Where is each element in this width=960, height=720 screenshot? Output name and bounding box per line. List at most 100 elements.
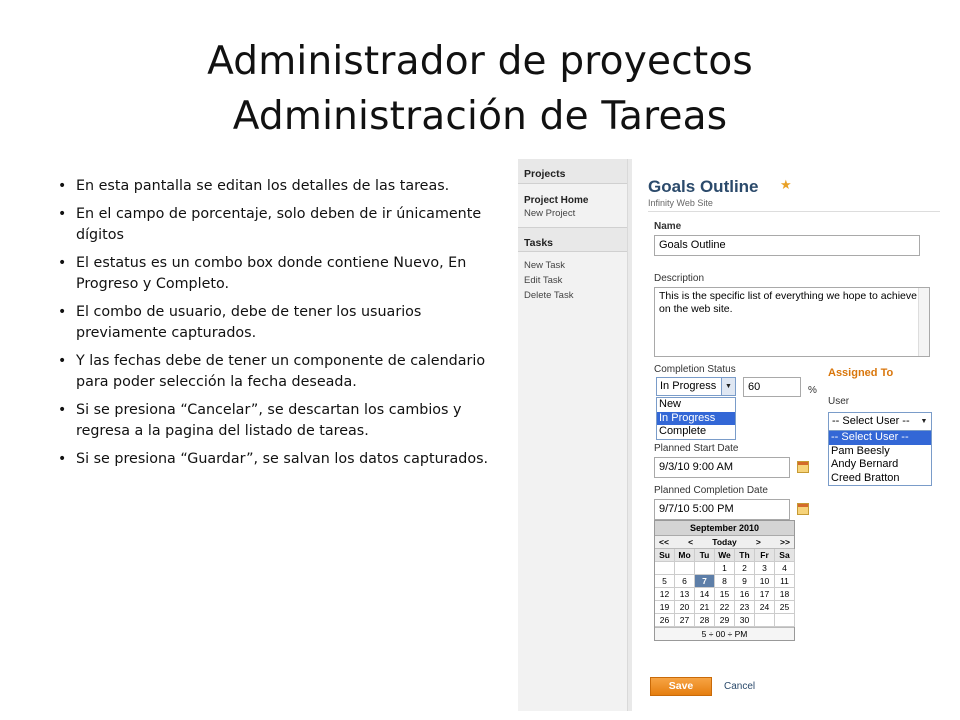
bullet-item: El estatus es un combo box donde contien…	[58, 253, 508, 295]
sidebar-item-new-task[interactable]: New Task	[518, 258, 627, 273]
calendar-day-cell[interactable]: 8	[715, 575, 735, 588]
project-subtitle: Infinity Web Site	[648, 198, 713, 208]
calendar-day-cell[interactable]: 7	[695, 575, 715, 588]
calendar-day-cell[interactable]: 18	[775, 588, 795, 601]
description-label: Description	[654, 273, 705, 284]
prev-year-button[interactable]: <<	[659, 536, 669, 548]
chevron-down-icon[interactable]: ▼	[721, 378, 735, 395]
sidebar: Projects Project Home New Project Tasks …	[518, 159, 628, 711]
planned-start-input[interactable]: 9/3/10 9:00 AM	[654, 457, 790, 478]
sidebar-item-project-home[interactable]: Project Home	[518, 190, 627, 206]
slide-title: Administrador de proyectos Administració…	[0, 34, 960, 144]
calendar-day-cell[interactable]: 26	[655, 614, 675, 627]
user-option[interactable]: Creed Bratton	[829, 472, 931, 486]
calendar-day-header: Su	[655, 549, 675, 562]
calendar-day-cell	[755, 614, 775, 627]
user-option[interactable]: Andy Bernard	[829, 458, 931, 472]
calendar-day-cell[interactable]: 20	[675, 601, 695, 614]
calendar-day-cell[interactable]: 22	[715, 601, 735, 614]
calendar-day-cell[interactable]: 17	[755, 588, 775, 601]
description-text: This is the specific list of everything …	[659, 290, 917, 315]
calendar-day-cell[interactable]: 29	[715, 614, 735, 627]
calendar-day-cell[interactable]: 11	[775, 575, 795, 588]
calendar-day-cell[interactable]: 3	[755, 562, 775, 575]
bullet-item: Y las fechas debe de tener un componente…	[58, 351, 508, 393]
sidebar-item-delete-task[interactable]: Delete Task	[518, 288, 627, 303]
calendar-day-cell[interactable]: 30	[735, 614, 755, 627]
calendar-day-header: Fr	[755, 549, 775, 562]
divider	[648, 211, 940, 212]
calendar-icon[interactable]	[797, 503, 809, 515]
calendar-day-header: We	[715, 549, 735, 562]
calendar-day-header: Tu	[695, 549, 715, 562]
page-title: Goals Outline	[648, 177, 759, 196]
name-label: Name	[654, 221, 682, 232]
calendar-day-header: Mo	[675, 549, 695, 562]
status-option-new[interactable]: New	[657, 398, 735, 412]
calendar-icon[interactable]	[797, 461, 809, 473]
today-button[interactable]: Today	[712, 536, 736, 548]
calendar-popup: September 2010 << < Today > >> Su Mo Tu We T…	[654, 520, 795, 641]
calendar-day-cell[interactable]: 4	[775, 562, 795, 575]
calendar-day-cell[interactable]: 16	[735, 588, 755, 601]
calendar-day-cell	[675, 562, 695, 575]
calendar-day-cell[interactable]: 9	[735, 575, 755, 588]
calendar-day-cell[interactable]: 6	[675, 575, 695, 588]
user-label: User	[828, 396, 850, 407]
user-select[interactable]: -- Select User -- ▼	[828, 412, 932, 431]
calendar-nav: << < Today > >>	[655, 536, 794, 549]
scrollbar[interactable]	[918, 288, 929, 356]
planned-completion-input[interactable]: 9/7/10 5:00 PM	[654, 499, 790, 520]
save-button[interactable]: Save	[650, 677, 712, 696]
prev-month-button[interactable]: <	[688, 536, 693, 548]
calendar-day-cell[interactable]: 24	[755, 601, 775, 614]
status-option-complete[interactable]: Complete	[657, 425, 735, 439]
sidebar-item-new-project[interactable]: New Project	[518, 206, 627, 221]
slide-title-line2: Administración de Tareas	[232, 94, 728, 139]
completion-status-select[interactable]: In Progress ▼	[656, 377, 736, 396]
calendar-day-cell[interactable]: 25	[775, 601, 795, 614]
calendar-grid: Su Mo Tu We Th Fr Sa 1 2 3 4 5 6 7 8 9 10 11 12 13 14 15 16 17 1…	[655, 549, 795, 627]
calendar-day-cell[interactable]: 5	[655, 575, 675, 588]
calendar-day-cell[interactable]: 13	[675, 588, 695, 601]
calendar-day-cell[interactable]: 15	[715, 588, 735, 601]
user-option[interactable]: -- Select User --	[829, 431, 931, 445]
calendar-day-cell[interactable]: 14	[695, 588, 715, 601]
completion-status-value: In Progress	[660, 380, 717, 392]
name-input[interactable]: Goals Outline	[654, 235, 920, 256]
sidebar-item-edit-task[interactable]: Edit Task	[518, 273, 627, 288]
user-dropdown: -- Select User -- Pam Beesly Andy Bernar…	[828, 430, 932, 486]
calendar-day-cell[interactable]: 23	[735, 601, 755, 614]
calendar-day-cell[interactable]: 21	[695, 601, 715, 614]
sidebar-header-tasks: Tasks	[518, 227, 627, 252]
cancel-link[interactable]: Cancel	[724, 681, 755, 692]
calendar-day-cell[interactable]: 28	[695, 614, 715, 627]
star-icon[interactable]: ★	[780, 178, 792, 191]
next-year-button[interactable]: >>	[780, 536, 790, 548]
calendar-day-cell[interactable]: 1	[715, 562, 735, 575]
bullet-item: Si se presiona “Guardar”, se salvan los …	[58, 449, 508, 470]
user-option[interactable]: Pam Beesly	[829, 445, 931, 459]
next-month-button[interactable]: >	[756, 536, 761, 548]
calendar-day-cell	[695, 562, 715, 575]
calendar-day-cell[interactable]: 10	[755, 575, 775, 588]
calendar-day-header: Sa	[775, 549, 795, 562]
calendar-day-cell[interactable]: 27	[675, 614, 695, 627]
bullet-item: Si se presiona “Cancelar”, se descartan …	[58, 400, 508, 442]
description-textarea[interactable]: This is the specific list of everything …	[654, 287, 930, 357]
chevron-down-icon[interactable]: ▼	[917, 413, 931, 430]
calendar-time[interactable]: 5 ÷ 00 ÷ PM	[655, 627, 794, 640]
percent-input[interactable]: 60	[743, 377, 801, 397]
slide-title-line1: Administrador de proyectos	[207, 39, 753, 84]
calendar-day-cell[interactable]: 2	[735, 562, 755, 575]
completion-status-label: Completion Status	[654, 364, 736, 375]
calendar-day-cell[interactable]: 19	[655, 601, 675, 614]
calendar-day-cell	[775, 614, 795, 627]
planned-completion-label: Planned Completion Date	[654, 485, 768, 496]
sidebar-header-projects: Projects	[518, 159, 627, 184]
bullet-item: En esta pantalla se editan los detalles …	[58, 176, 508, 197]
percent-sign: %	[808, 385, 817, 396]
status-option-in-progress[interactable]: In Progress	[657, 411, 735, 425]
calendar-month: September 2010	[655, 521, 794, 536]
calendar-day-cell[interactable]: 12	[655, 588, 675, 601]
